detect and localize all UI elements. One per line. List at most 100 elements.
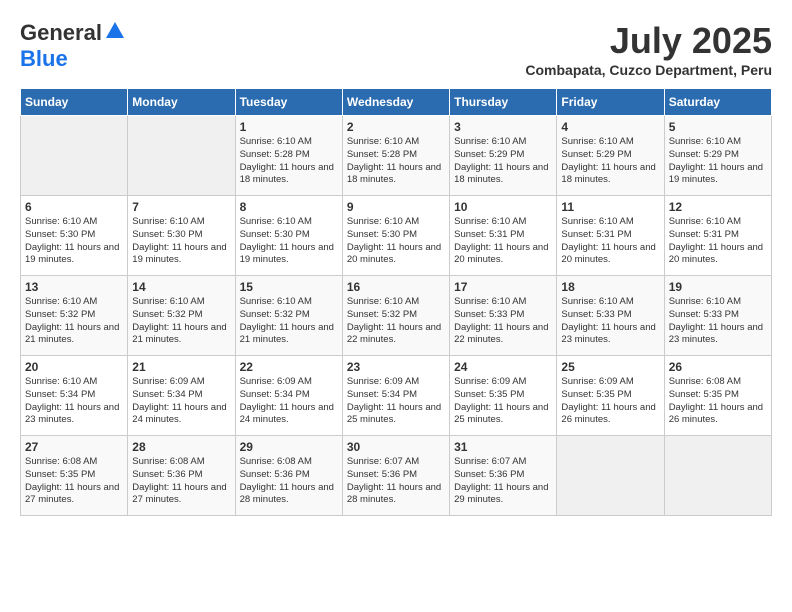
calendar-cell: 13 Sunrise: 6:10 AMSunset: 5:32 PMDayligh… — [21, 276, 128, 356]
calendar-cell: 4 Sunrise: 6:10 AMSunset: 5:29 PMDaylight… — [557, 116, 664, 196]
day-number: 23 — [347, 360, 445, 374]
day-info: Sunrise: 6:08 AMSunset: 5:36 PMDaylight:… — [132, 456, 230, 507]
title-area: July 2025 Combapata, Cuzco Department, P… — [525, 20, 772, 78]
calendar-week-row: 13 Sunrise: 6:10 AMSunset: 5:32 PMDayligh… — [21, 276, 772, 356]
calendar-cell: 12Sunrise: 6:10 AMSunset: 5:31 PMDayligh… — [664, 196, 771, 276]
day-info: Sunrise: 6:10 AMSunset: 5:30 PMDaylight:… — [240, 216, 338, 267]
day-info: Sunrise: 6:10 AMSunset: 5:30 PMDaylight:… — [347, 216, 445, 267]
calendar-cell: 2 Sunrise: 6:10 AMSunset: 5:28 PMDaylight… — [342, 116, 449, 196]
day-info: Sunrise: 6:10 AMSunset: 5:31 PMDaylight:… — [561, 216, 659, 267]
column-header-thursday: Thursday — [450, 89, 557, 116]
day-info: Sunrise: 6:10 AMSunset: 5:31 PMDaylight:… — [669, 216, 767, 267]
calendar-cell: 23 Sunrise: 6:09 AMSunset: 5:34 PMDayligh… — [342, 356, 449, 436]
calendar-cell: 9 Sunrise: 6:10 AMSunset: 5:30 PMDaylight… — [342, 196, 449, 276]
calendar-cell: 26Sunrise: 6:08 AMSunset: 5:35 PMDayligh… — [664, 356, 771, 436]
calendar-cell: 14 Sunrise: 6:10 AMSunset: 5:32 PMDayligh… — [128, 276, 235, 356]
calendar-header-row: SundayMondayTuesdayWednesdayThursdayFrid… — [21, 89, 772, 116]
day-info: Sunrise: 6:09 AMSunset: 5:34 PMDaylight:… — [132, 376, 230, 427]
day-info: Sunrise: 6:10 AMSunset: 5:29 PMDaylight:… — [561, 136, 659, 187]
calendar-cell: 28Sunrise: 6:08 AMSunset: 5:36 PMDayligh… — [128, 436, 235, 516]
day-number: 18 — [561, 280, 659, 294]
day-number: 24 — [454, 360, 552, 374]
day-info: Sunrise: 6:10 AMSunset: 5:32 PMDaylight:… — [240, 296, 338, 347]
day-number: 19 — [669, 280, 767, 294]
day-number: 27 — [25, 440, 123, 454]
day-number: 8 — [240, 200, 338, 214]
day-info: Sunrise: 6:09 AMSunset: 5:34 PMDaylight:… — [240, 376, 338, 427]
calendar-cell: 19 Sunrise: 6:10 AMSunset: 5:33 PMDayligh… — [664, 276, 771, 356]
day-info: Sunrise: 6:09 AMSunset: 5:34 PMDaylight:… — [347, 376, 445, 427]
calendar-cell: 20 Sunrise: 6:10 AMSunset: 5:34 PMDayligh… — [21, 356, 128, 436]
day-number: 9 — [347, 200, 445, 214]
day-info: Sunrise: 6:07 AMSunset: 5:36 PMDaylight:… — [454, 456, 552, 507]
location: Combapata, Cuzco Department, Peru — [525, 62, 772, 78]
day-number: 16 — [347, 280, 445, 294]
calendar-cell — [128, 116, 235, 196]
day-info: Sunrise: 6:10 AMSunset: 5:30 PMDaylight:… — [132, 216, 230, 267]
calendar-cell: 27 Sunrise: 6:08 AMSunset: 5:35 PMDayligh… — [21, 436, 128, 516]
calendar-cell — [557, 436, 664, 516]
day-info: Sunrise: 6:08 AMSunset: 5:35 PMDaylight:… — [669, 376, 767, 427]
day-info: Sunrise: 6:09 AMSunset: 5:35 PMDaylight:… — [561, 376, 659, 427]
calendar-cell — [21, 116, 128, 196]
calendar-week-row: 6 Sunrise: 6:10 AMSunset: 5:30 PMDaylight… — [21, 196, 772, 276]
day-number: 1 — [240, 120, 338, 134]
calendar-table: SundayMondayTuesdayWednesdayThursdayFrid… — [20, 88, 772, 516]
day-info: Sunrise: 6:10 AMSunset: 5:34 PMDaylight:… — [25, 376, 123, 427]
day-number: 20 — [25, 360, 123, 374]
day-number: 2 — [347, 120, 445, 134]
calendar-cell: 24 Sunrise: 6:09 AMSunset: 5:35 PMDayligh… — [450, 356, 557, 436]
day-number: 25 — [561, 360, 659, 374]
column-header-tuesday: Tuesday — [235, 89, 342, 116]
calendar-cell — [664, 436, 771, 516]
logo-blue-text: Blue — [20, 46, 68, 71]
day-number: 14 — [132, 280, 230, 294]
day-info: Sunrise: 6:10 AMSunset: 5:29 PMDaylight:… — [454, 136, 552, 187]
calendar-cell: 8 Sunrise: 6:10 AMSunset: 5:30 PMDaylight… — [235, 196, 342, 276]
calendar-cell: 7 Sunrise: 6:10 AMSunset: 5:30 PMDaylight… — [128, 196, 235, 276]
calendar-cell: 18Sunrise: 6:10 AMSunset: 5:33 PMDayligh… — [557, 276, 664, 356]
day-info: Sunrise: 6:08 AMSunset: 5:36 PMDaylight:… — [240, 456, 338, 507]
column-header-friday: Friday — [557, 89, 664, 116]
day-info: Sunrise: 6:10 AMSunset: 5:33 PMDaylight:… — [454, 296, 552, 347]
day-number: 10 — [454, 200, 552, 214]
calendar-cell: 17 Sunrise: 6:10 AMSunset: 5:33 PMDayligh… — [450, 276, 557, 356]
calendar-cell: 6Sunrise: 6:10 AMSunset: 5:30 PMDaylight… — [21, 196, 128, 276]
day-number: 22 — [240, 360, 338, 374]
month-year: July 2025 — [525, 20, 772, 62]
day-info: Sunrise: 6:10 AMSunset: 5:32 PMDaylight:… — [25, 296, 123, 347]
calendar-week-row: 27 Sunrise: 6:08 AMSunset: 5:35 PMDayligh… — [21, 436, 772, 516]
day-number: 13 — [25, 280, 123, 294]
day-number: 6 — [25, 200, 123, 214]
day-info: Sunrise: 6:10 AMSunset: 5:32 PMDaylight:… — [132, 296, 230, 347]
logo-general-text: General — [20, 20, 102, 46]
logo-icon — [104, 20, 126, 42]
day-number: 30 — [347, 440, 445, 454]
column-header-monday: Monday — [128, 89, 235, 116]
header: General Blue July 2025 Combapata, Cuzco … — [20, 20, 772, 78]
day-number: 7 — [132, 200, 230, 214]
calendar-week-row: 1 Sunrise: 6:10 AMSunset: 5:28 PMDaylight… — [21, 116, 772, 196]
day-number: 31 — [454, 440, 552, 454]
calendar-cell: 1Sunrise: 6:10 AMSunset: 5:28 PMDaylight… — [235, 116, 342, 196]
day-number: 5 — [669, 120, 767, 134]
day-info: Sunrise: 6:09 AMSunset: 5:35 PMDaylight:… — [454, 376, 552, 427]
day-info: Sunrise: 6:10 AMSunset: 5:28 PMDaylight:… — [347, 136, 445, 187]
day-info: Sunrise: 6:10 AMSunset: 5:32 PMDaylight:… — [347, 296, 445, 347]
day-number: 17 — [454, 280, 552, 294]
day-info: Sunrise: 6:08 AMSunset: 5:35 PMDaylight:… — [25, 456, 123, 507]
calendar-cell: 21 Sunrise: 6:09 AMSunset: 5:34 PMDayligh… — [128, 356, 235, 436]
day-number: 21 — [132, 360, 230, 374]
day-number: 29 — [240, 440, 338, 454]
column-header-sunday: Sunday — [21, 89, 128, 116]
calendar-cell: 15 Sunrise: 6:10 AMSunset: 5:32 PMDayligh… — [235, 276, 342, 356]
day-number: 4 — [561, 120, 659, 134]
day-info: Sunrise: 6:10 AMSunset: 5:33 PMDaylight:… — [669, 296, 767, 347]
calendar-cell: 29 Sunrise: 6:08 AMSunset: 5:36 PMDayligh… — [235, 436, 342, 516]
day-number: 15 — [240, 280, 338, 294]
calendar-cell: 30Sunrise: 6:07 AMSunset: 5:36 PMDayligh… — [342, 436, 449, 516]
calendar-cell: 11Sunrise: 6:10 AMSunset: 5:31 PMDayligh… — [557, 196, 664, 276]
calendar-cell: 10Sunrise: 6:10 AMSunset: 5:31 PMDayligh… — [450, 196, 557, 276]
calendar-body: 1 Sunrise: 6:10 AMSunset: 5:28 PMDaylight… — [21, 116, 772, 516]
calendar-cell: 3Sunrise: 6:10 AMSunset: 5:29 PMDaylight… — [450, 116, 557, 196]
